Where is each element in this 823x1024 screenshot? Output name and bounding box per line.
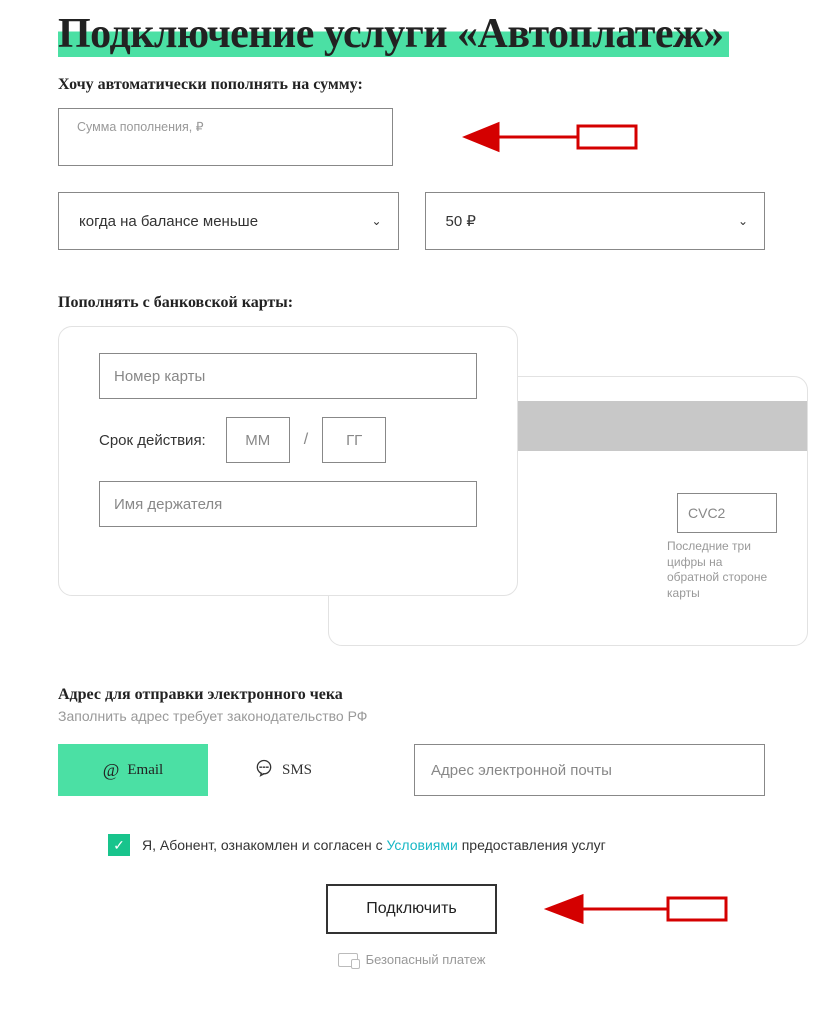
receipt-title: Адрес для отправки электронного чека	[58, 686, 765, 704]
cvc-placeholder: CVC2	[688, 505, 725, 521]
secure-payment-label: Безопасный платеж	[366, 952, 486, 967]
amount-input[interactable]: Сумма пополнения, ₽	[58, 108, 393, 166]
card-heading: Пополнять с банковской карты:	[58, 294, 765, 312]
cvc-input[interactable]: CVC2	[677, 493, 777, 533]
receipt-tabs: @ Email SMS	[58, 744, 358, 796]
receipt-email-input[interactable]: Адрес электронной почты	[414, 744, 765, 796]
tab-sms-label: SMS	[282, 762, 312, 779]
agreement-checkbox[interactable]: ✓	[108, 834, 130, 856]
page-title: Подключение услуги «Автоплатеж»	[58, 11, 729, 57]
annotation-arrow-1	[458, 114, 648, 160]
at-icon: @	[103, 760, 120, 781]
threshold-select[interactable]: 50 ₽ ⌄	[425, 192, 766, 250]
chevron-down-icon: ⌄	[371, 214, 381, 228]
tab-email[interactable]: @ Email	[58, 744, 208, 796]
cardholder-placeholder: Имя держателя	[114, 496, 222, 513]
card-front: Номер карты Срок действия: ММ / ГГ Имя д…	[58, 326, 518, 596]
secure-payment-icon	[338, 953, 358, 967]
agreement-text: Я, Абонент, ознакомлен и согласен с Усло…	[142, 837, 606, 853]
submit-button[interactable]: Подключить	[326, 884, 496, 934]
amount-heading: Хочу автоматически пополнять на сумму:	[58, 76, 765, 94]
receipt-subtitle: Заполнить адрес требует законодательство…	[58, 708, 765, 724]
chevron-down-icon: ⌄	[738, 214, 748, 228]
yy-placeholder: ГГ	[346, 432, 362, 449]
check-icon: ✓	[113, 837, 125, 854]
receipt-email-placeholder: Адрес электронной почты	[431, 762, 612, 779]
annotation-arrow-2	[538, 884, 738, 934]
condition-select[interactable]: когда на балансе меньше ⌄	[58, 192, 399, 250]
expiry-slash: /	[304, 431, 308, 449]
cvc-hint: Последние три цифры на обратной стороне …	[667, 539, 777, 601]
threshold-value: 50 ₽	[446, 212, 476, 230]
expiry-label: Срок действия:	[99, 432, 206, 449]
card-number-input[interactable]: Номер карты	[99, 353, 477, 399]
sms-icon	[254, 758, 274, 783]
expiry-year-input[interactable]: ГГ	[322, 417, 386, 463]
card-number-placeholder: Номер карты	[114, 368, 205, 385]
tab-sms[interactable]: SMS	[208, 744, 358, 796]
condition-label: когда на балансе меньше	[79, 213, 258, 230]
cardholder-input[interactable]: Имя держателя	[99, 481, 477, 527]
tab-email-label: Email	[127, 762, 163, 779]
expiry-month-input[interactable]: ММ	[226, 417, 290, 463]
agreement-suffix: предоставления услуг	[458, 837, 606, 853]
mm-placeholder: ММ	[245, 432, 270, 449]
agreement-link[interactable]: Условиями	[386, 837, 457, 853]
agreement-prefix: Я, Абонент, ознакомлен и согласен с	[142, 837, 386, 853]
amount-placeholder: Сумма пополнения, ₽	[77, 119, 204, 134]
